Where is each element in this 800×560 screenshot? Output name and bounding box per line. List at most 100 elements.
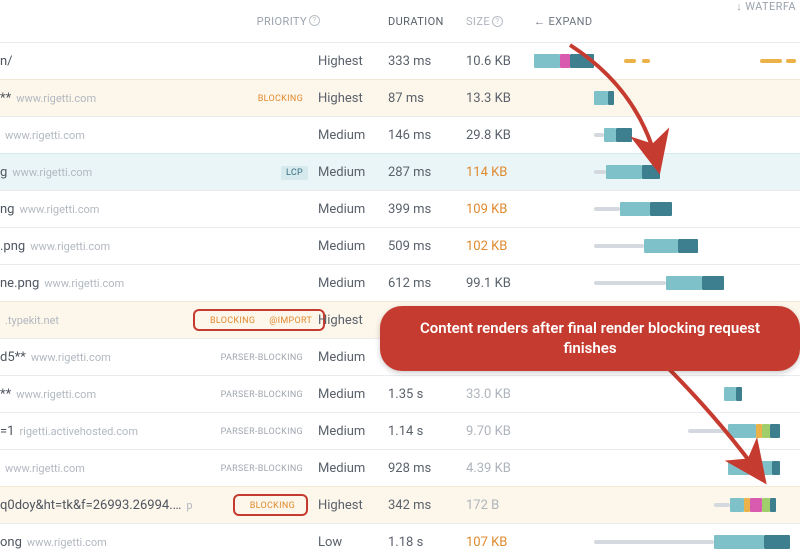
- header-size[interactable]: SIZE?: [462, 15, 528, 28]
- waterfall-cell: [534, 154, 800, 190]
- request-name: **www.rigetti.com: [0, 387, 193, 402]
- tag-parser_blocking: PARSER-BLOCKING: [216, 462, 308, 476]
- request-size: 10.6 KB: [462, 54, 534, 69]
- expand-toggle[interactable]: ← EXPAND: [528, 15, 593, 28]
- waterfall-cell: [534, 487, 800, 523]
- request-name: ne.pngwww.rigetti.com: [0, 276, 193, 291]
- request-priority: Highest: [318, 54, 384, 69]
- request-size: 9.70 KB: [462, 424, 534, 439]
- request-row[interactable]: ngwww.rigetti.comMedium399 ms109 KB: [0, 190, 800, 227]
- request-size: 33.0 KB: [462, 387, 534, 402]
- annotation-callout: Content renders after final render block…: [380, 306, 800, 371]
- request-tags: LCP: [193, 164, 318, 180]
- request-row[interactable]: www.rigetti.com PARSER-BLOCKING Medium928 …: [0, 449, 800, 486]
- request-row[interactable]: =1rigetti.activehosted.com PARSER-BLOCKIN…: [0, 412, 800, 449]
- request-priority: Low: [318, 535, 384, 550]
- request-priority: Medium: [318, 128, 384, 143]
- request-duration: 342 ms: [384, 498, 462, 513]
- request-name: n/: [0, 54, 193, 69]
- request-tags: PARSER-BLOCKING: [193, 423, 318, 439]
- waterfall-cell: [534, 80, 800, 116]
- request-duration: 87 ms: [384, 91, 462, 106]
- request-duration: 928 ms: [384, 461, 462, 476]
- request-name: =1rigetti.activehosted.com: [0, 424, 193, 439]
- request-priority: Medium: [318, 276, 384, 291]
- request-size: 29.8 KB: [462, 128, 534, 143]
- request-tags: PARSER-BLOCKING: [193, 349, 318, 365]
- waterfall-cell: [534, 450, 800, 486]
- waterfall-cell: [534, 191, 800, 227]
- waterfall-cell: [534, 228, 800, 264]
- request-duration: 399 ms: [384, 202, 462, 217]
- request-row[interactable]: gwww.rigetti.comLCPMedium287 ms114 KB: [0, 153, 800, 190]
- request-tags: BLOCKING: [193, 494, 318, 516]
- request-tags: PARSER-BLOCKING: [193, 386, 318, 402]
- request-priority: Highest: [318, 313, 384, 328]
- request-priority: Medium: [318, 461, 384, 476]
- request-tags: BLOCKING @IMPORT: [193, 309, 318, 331]
- request-row[interactable]: **www.rigetti.com PARSER-BLOCKING Medium1.…: [0, 375, 800, 412]
- help-icon[interactable]: ?: [492, 16, 503, 27]
- request-size: 102 KB: [462, 239, 534, 254]
- tag-parser_blocking: PARSER-BLOCKING: [216, 388, 308, 402]
- request-size: 107 KB: [462, 535, 534, 550]
- request-duration: 146 ms: [384, 128, 462, 143]
- tag-blocking: BLOCKING: [245, 499, 300, 513]
- request-tags: PARSER-BLOCKING: [193, 460, 318, 476]
- tag-parser_blocking: PARSER-BLOCKING: [216, 425, 308, 439]
- waterfall-cell: [534, 117, 800, 153]
- request-size: 4.39 KB: [462, 461, 534, 476]
- request-size: 13.3 KB: [462, 91, 534, 106]
- waterfall-cell: [534, 265, 800, 301]
- request-name: **www.rigetti.com: [0, 91, 193, 106]
- request-row[interactable]: ne.pngwww.rigetti.com Medium612 ms99.1 KB: [0, 264, 800, 301]
- request-row[interactable]: n/Highest333 ms10.6 KB: [0, 42, 800, 79]
- request-row[interactable]: ongwww.rigetti.com Low1.18 s107 KB: [0, 523, 800, 560]
- request-name: d5**www.rigetti.com: [0, 350, 193, 365]
- request-duration: 333 ms: [384, 54, 462, 69]
- request-duration: 509 ms: [384, 239, 462, 254]
- request-priority: Medium: [318, 202, 384, 217]
- tag-parser_blocking: PARSER-BLOCKING: [216, 351, 308, 365]
- tag-import: @IMPORT: [264, 314, 317, 328]
- header-duration[interactable]: DURATION: [384, 15, 462, 28]
- request-name: q0doy&ht=tk&f=26993.26994.…p.typekit.net: [0, 498, 193, 513]
- header-priority[interactable]: PRIORITY?: [0, 15, 326, 28]
- request-priority: Highest: [318, 498, 384, 513]
- request-priority: Highest: [318, 91, 384, 106]
- request-duration: 287 ms: [384, 165, 462, 180]
- request-duration: 1.18 s: [384, 535, 462, 550]
- request-tags: BLOCKING: [193, 90, 318, 106]
- request-duration: 1.35 s: [384, 387, 462, 402]
- request-priority: Medium: [318, 239, 384, 254]
- header-waterfall[interactable]: ↓ WATERFA: [593, 0, 800, 42]
- request-row[interactable]: .pngwww.rigetti.com Medium509 ms102 KB: [0, 227, 800, 264]
- table-header: PRIORITY? DURATION SIZE? ← EXPAND ↓ WATE…: [0, 0, 800, 42]
- request-name: www.rigetti.com: [0, 129, 193, 142]
- request-row[interactable]: www.rigetti.com Medium146 ms29.8 KB: [0, 116, 800, 153]
- request-duration: 1.14 s: [384, 424, 462, 439]
- request-row[interactable]: q0doy&ht=tk&f=26993.26994.…p.typekit.net…: [0, 486, 800, 523]
- network-waterfall-panel: PRIORITY? DURATION SIZE? ← EXPAND ↓ WATE…: [0, 0, 800, 560]
- waterfall-cell: [534, 43, 800, 79]
- annotation-highlight-box: BLOCKING: [233, 494, 308, 516]
- request-size: 114 KB: [462, 165, 534, 180]
- request-priority: Medium: [318, 387, 384, 402]
- request-name: gwww.rigetti.com: [0, 165, 193, 180]
- request-size: 172 B: [462, 498, 534, 513]
- request-priority: Medium: [318, 165, 384, 180]
- request-name: .typekit.net: [0, 314, 193, 327]
- annotation-highlight-box: BLOCKING @IMPORT: [193, 309, 325, 331]
- request-duration: 612 ms: [384, 276, 462, 291]
- tag-blocking: BLOCKING: [253, 92, 308, 106]
- waterfall-cell: [534, 524, 800, 560]
- request-row[interactable]: **www.rigetti.com BLOCKING Highest87 ms13.…: [0, 79, 800, 116]
- tag-blocking: BLOCKING: [205, 314, 260, 328]
- request-size: 99.1 KB: [462, 276, 534, 291]
- waterfall-cell: [534, 376, 800, 412]
- request-priority: Medium: [318, 424, 384, 439]
- request-name: .pngwww.rigetti.com: [0, 239, 193, 254]
- help-icon[interactable]: ?: [309, 15, 320, 26]
- request-name: www.rigetti.com: [0, 462, 193, 475]
- request-name: ongwww.rigetti.com: [0, 535, 193, 550]
